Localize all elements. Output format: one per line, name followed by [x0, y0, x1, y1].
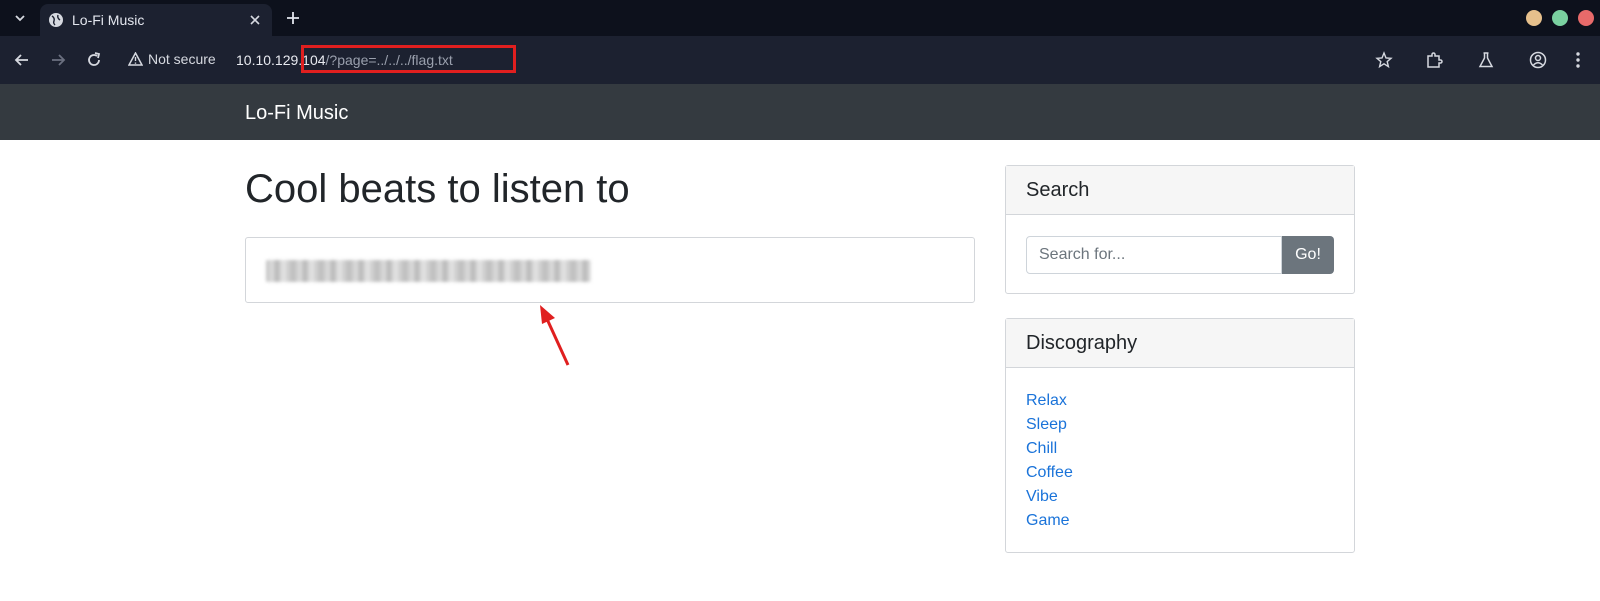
reload-button[interactable]: [84, 50, 104, 70]
profile-button[interactable]: [1528, 50, 1548, 70]
back-button[interactable]: [12, 50, 32, 70]
discography-link-relax[interactable]: Relax: [1026, 392, 1067, 409]
menu-button[interactable]: [1568, 50, 1588, 70]
url-highlight-box: [301, 45, 516, 73]
discography-widget-title: Discography: [1006, 319, 1354, 368]
discography-link-vibe[interactable]: Vibe: [1026, 488, 1058, 505]
discography-link-sleep[interactable]: Sleep: [1026, 416, 1067, 433]
site-navbar: Lo-Fi Music: [0, 84, 1600, 140]
search-go-button[interactable]: Go!: [1282, 236, 1334, 274]
warning-icon: [128, 52, 143, 66]
star-icon: [1375, 51, 1393, 69]
plus-icon: [287, 12, 299, 24]
list-item: Game: [1026, 509, 1073, 533]
discography-link-game[interactable]: Game: [1026, 512, 1070, 529]
chevron-down-icon: [15, 15, 25, 22]
tab-title: Lo-Fi Music: [72, 12, 145, 28]
discography-link-chill[interactable]: Chill: [1026, 440, 1057, 457]
tab-search-button[interactable]: [8, 6, 32, 30]
redacted-flag-content: [266, 260, 591, 282]
new-tab-button[interactable]: [282, 7, 304, 29]
forward-button[interactable]: [48, 50, 68, 70]
page-title: Cool beats to listen to: [245, 167, 630, 211]
reload-icon: [88, 52, 101, 66]
list-item: Relax: [1026, 389, 1073, 413]
flask-icon: [1478, 52, 1494, 68]
account-icon: [1529, 51, 1547, 69]
kebab-menu-icon: [1576, 52, 1580, 68]
search-input[interactable]: [1026, 236, 1282, 274]
bookmark-button[interactable]: [1374, 50, 1394, 70]
close-icon[interactable]: [247, 12, 263, 28]
annotation-arrow: [540, 305, 570, 366]
browser-toolbar: Not secure 10.10.129.104/?page=../../../…: [0, 36, 1600, 84]
security-label: Not secure: [148, 51, 216, 67]
address-bar[interactable]: Not secure 10.10.129.104/?page=../../../…: [116, 44, 1416, 76]
discography-link-coffee[interactable]: Coffee: [1026, 464, 1073, 481]
list-item: Chill: [1026, 437, 1073, 461]
extensions-button[interactable]: [1424, 50, 1444, 70]
labs-button[interactable]: [1476, 50, 1496, 70]
search-widget-title: Search: [1006, 166, 1354, 215]
puzzle-icon: [1427, 52, 1443, 68]
list-item: Sleep: [1026, 413, 1073, 437]
list-item: Vibe: [1026, 485, 1073, 509]
site-brand[interactable]: Lo-Fi Music: [245, 102, 348, 125]
globe-icon: [49, 13, 63, 27]
browser-tab-strip: Lo-Fi Music: [0, 0, 1600, 37]
content-card: [245, 237, 975, 303]
browser-tab[interactable]: Lo-Fi Music: [40, 4, 272, 37]
window-close-button[interactable]: [1578, 10, 1594, 26]
list-item: Coffee: [1026, 461, 1073, 485]
arrow-left-icon: [14, 54, 28, 66]
arrow-right-icon: [52, 54, 66, 66]
maximize-button[interactable]: [1552, 10, 1568, 26]
security-indicator[interactable]: Not secure: [128, 51, 216, 67]
discography-list: Relax Sleep Chill Coffee Vibe Game: [1026, 389, 1073, 533]
search-widget: Search Go!: [1005, 165, 1355, 294]
minimize-button[interactable]: [1526, 10, 1542, 26]
discography-widget: Discography Relax Sleep Chill Coffee Vib…: [1005, 318, 1355, 553]
